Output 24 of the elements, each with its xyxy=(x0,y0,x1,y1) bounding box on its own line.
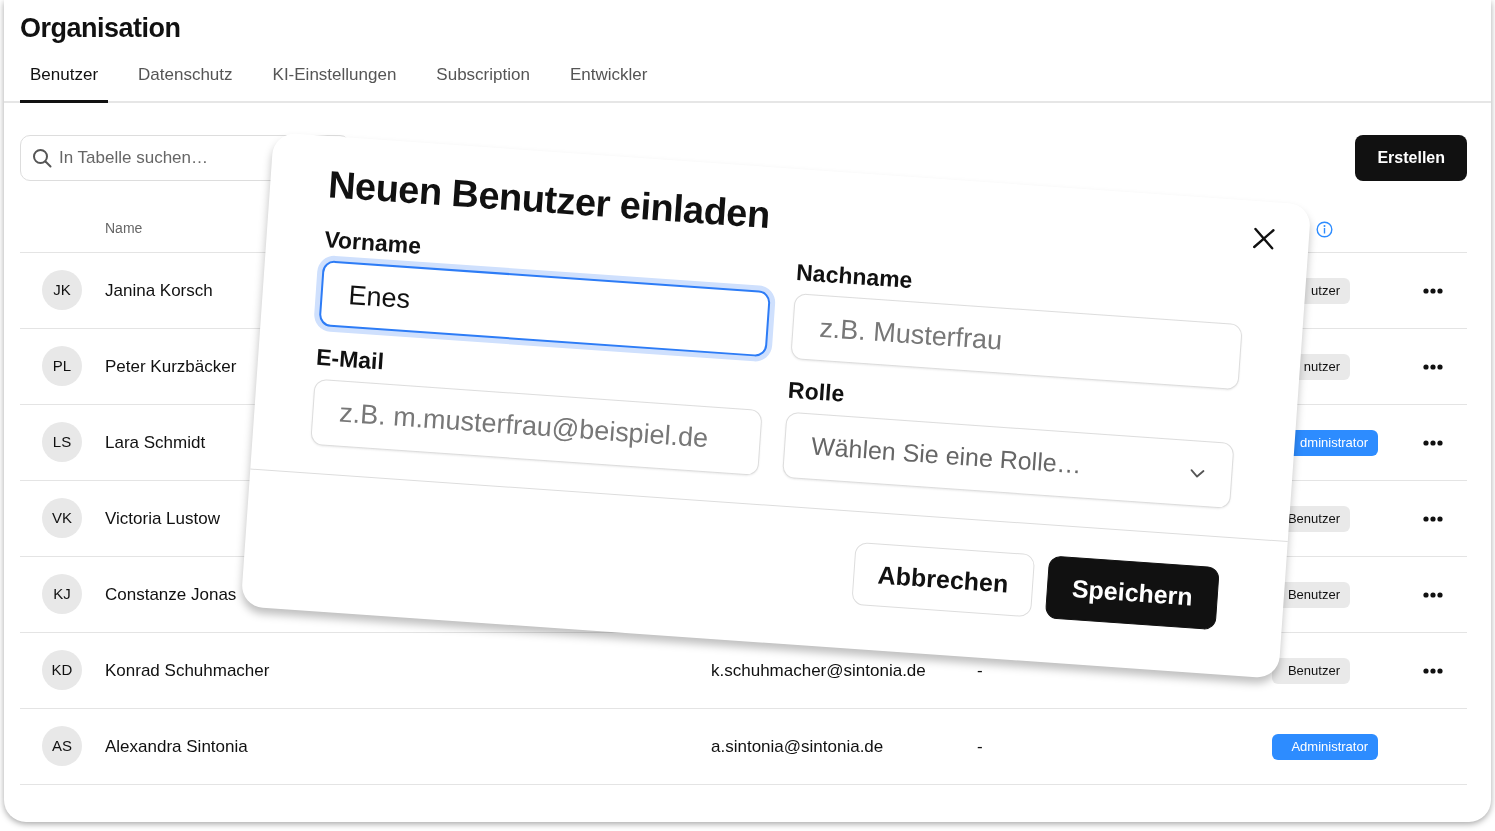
avatar: KJ xyxy=(42,574,82,615)
user-name: Constanze Jonas xyxy=(105,584,237,604)
field-label: Vorname xyxy=(323,224,423,261)
user-name: Janina Korsch xyxy=(105,280,213,300)
avatar: KD xyxy=(42,650,82,691)
user-name: Alexandra Sintonia xyxy=(105,736,248,756)
avatar: VK xyxy=(42,498,82,539)
role-badge: Administrator xyxy=(1272,734,1378,760)
table-cell: - xyxy=(977,736,983,756)
email-text: a.sintonia@sintonia.de xyxy=(711,736,884,756)
user-name: Victoria Lustow xyxy=(105,508,220,528)
column-header: Name xyxy=(105,218,144,238)
email-text: k.schuhmacher@sintonia.de xyxy=(711,660,926,680)
page-title: Organisation xyxy=(19,12,182,45)
avatar: JK xyxy=(42,270,82,311)
user-name: Lara Schmidt xyxy=(105,432,206,452)
avatar: AS xyxy=(42,726,82,767)
user-name: Peter Kurzbäcker xyxy=(105,356,237,376)
role-badge: Benutzer xyxy=(1272,658,1350,684)
user-name: Konrad Schuhmacher xyxy=(105,660,270,680)
table-cell: - xyxy=(977,660,983,680)
avatar: LS xyxy=(42,422,82,463)
field-label: Nachname xyxy=(795,257,915,295)
avatar: PL xyxy=(42,346,82,387)
